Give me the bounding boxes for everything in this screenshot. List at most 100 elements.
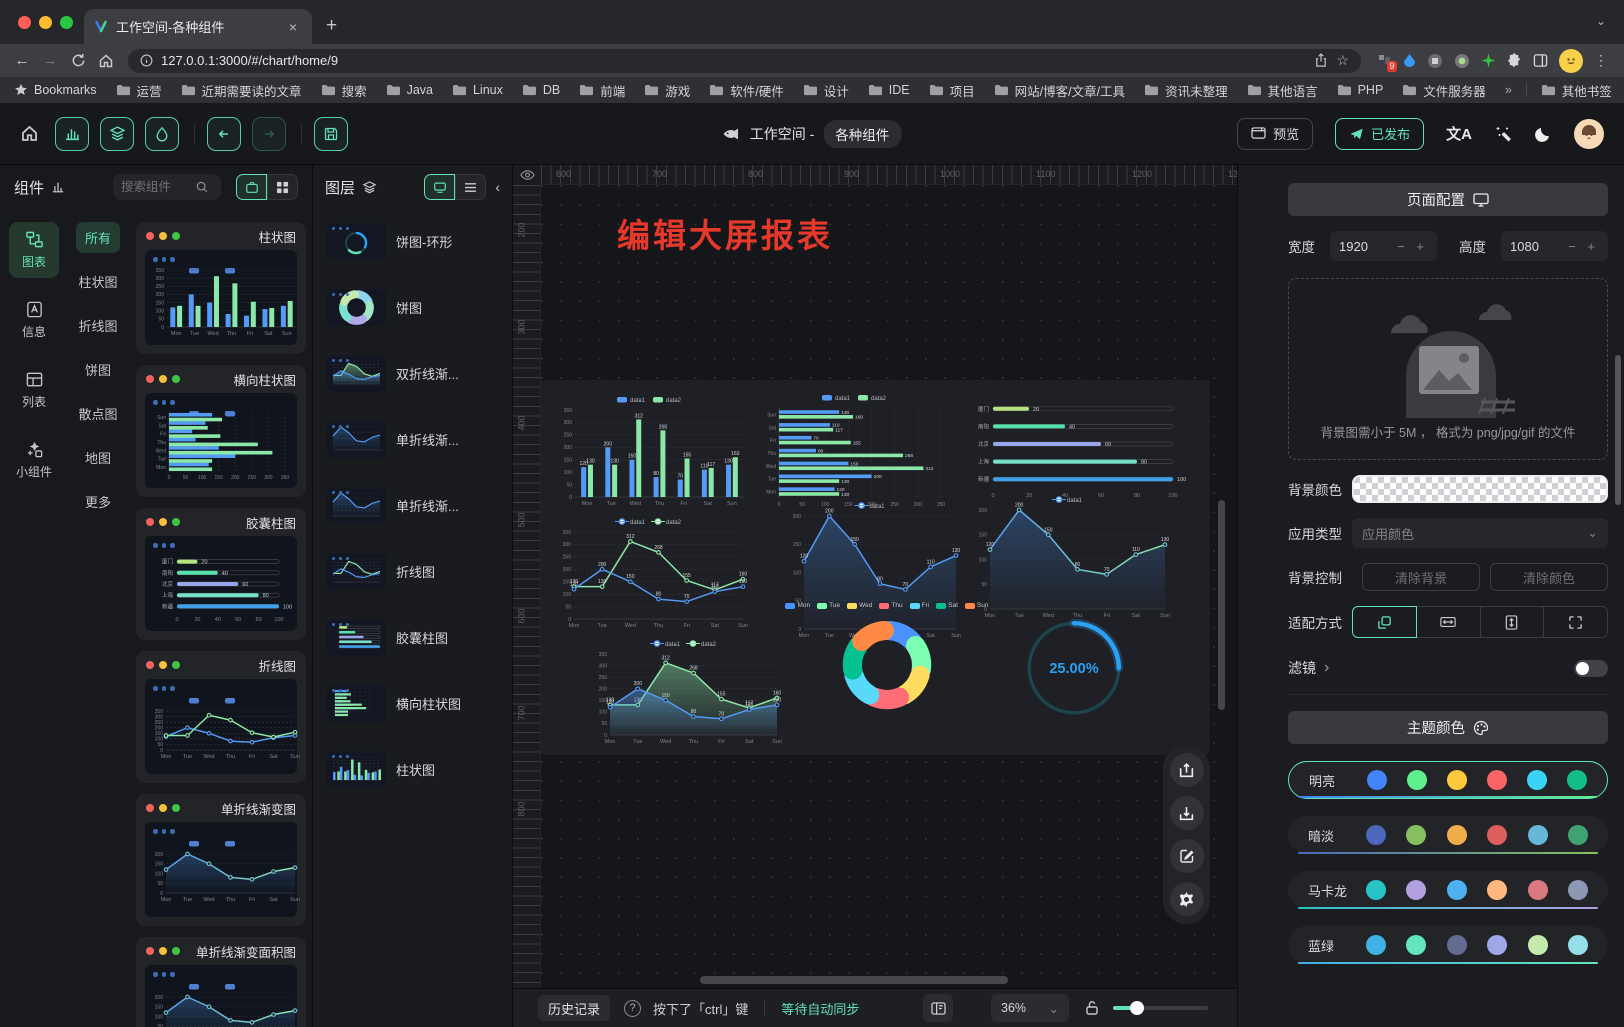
extension-star-icon[interactable] — [1481, 53, 1496, 68]
category-item[interactable]: 更多 — [76, 486, 120, 517]
publish-button[interactable]: 已发布 — [1335, 118, 1424, 150]
theme-row-暗淡[interactable]: 暗淡 — [1288, 816, 1608, 854]
component-search[interactable] — [113, 174, 221, 200]
bookmark-folder[interactable]: 运营 — [116, 81, 162, 100]
side-panel-icon[interactable] — [1533, 53, 1548, 68]
browser-tab[interactable]: 工作空间-各种组件 × — [84, 9, 312, 44]
undo-button[interactable] — [207, 117, 241, 151]
bookmark-folder[interactable]: DB — [522, 81, 560, 100]
tab-search-icon[interactable]: ⌄ — [1596, 14, 1606, 28]
history-button[interactable]: 历史记录 — [538, 995, 610, 1021]
zoom-slider[interactable] — [1113, 994, 1208, 1022]
sidebar-item-widgets[interactable]: 小组件 — [9, 432, 59, 488]
bookmark-folder[interactable]: Linux — [452, 81, 503, 100]
height-input[interactable]: 1080− + — [1501, 231, 1608, 261]
filter-toggle[interactable] — [1574, 660, 1608, 677]
zoom-select[interactable]: 36%⌄ — [991, 994, 1069, 1022]
layer-item[interactable]: 单折线渐... — [321, 481, 508, 530]
component-card[interactable]: 胶囊柱图厦门20南阳40北京60上海80新疆100020406080100 — [136, 508, 306, 640]
redo-button[interactable] — [252, 117, 286, 151]
tab-close-icon[interactable]: × — [284, 18, 302, 36]
theme-row-蓝绿[interactable]: 蓝绿 — [1288, 926, 1608, 964]
theme-color-header[interactable]: 主题颜色 — [1288, 711, 1608, 744]
bookmark-folder[interactable]: 其他语言 — [1247, 81, 1318, 100]
component-card[interactable]: 折线图050100150200250300350MonTueWedThuFriS… — [136, 651, 306, 783]
width-input[interactable]: 1920− + — [1330, 231, 1437, 261]
edit-button[interactable] — [1170, 839, 1204, 873]
dashboard-group[interactable]: 050100150200250300350MonTueWedThuFriSatS… — [541, 380, 1210, 755]
sidebar-item-list[interactable]: 列表 — [9, 362, 59, 418]
bookmark-folder[interactable]: 近期需要读的文章 — [181, 81, 302, 100]
bookmark-folder[interactable]: 前端 — [579, 81, 625, 100]
save-button[interactable] — [314, 117, 348, 151]
grid-view-toggle[interactable] — [267, 174, 298, 200]
bookmark-folder[interactable]: 网站/博客/文章/工具 — [994, 81, 1125, 100]
layer-item[interactable]: 折线图 — [321, 547, 508, 596]
extension-circle2-icon[interactable] — [1454, 53, 1470, 69]
bookmark-folder[interactable]: IDE — [868, 81, 910, 100]
user-avatar[interactable] — [1574, 119, 1604, 149]
layer-item[interactable]: 胶囊柱图 — [321, 613, 508, 662]
widget-progress-ring[interactable]: 25.00% — [1011, 612, 1136, 742]
widget-dual-line-chart[interactable]: 050100150200250300350MonTueWedThuFriSatS… — [557, 514, 749, 632]
config-scrollbar[interactable] — [1615, 355, 1621, 505]
category-item[interactable]: 散点图 — [69, 398, 126, 429]
component-card[interactable]: 单折线渐变图050100150200MonTueWedThuFriSatSun — [136, 794, 306, 926]
fit-width-button[interactable] — [1417, 606, 1481, 638]
extension-pin-icon[interactable]: 9 — [1377, 53, 1392, 68]
bookmark-folder[interactable]: 资讯未整理 — [1144, 81, 1228, 100]
category-item[interactable]: 折线图 — [69, 310, 126, 341]
extension-drop-icon[interactable] — [1403, 53, 1416, 68]
widget-donut-chart[interactable]: MonTueWedThuFriSatSun — [727, 602, 1047, 752]
widget-capsule-chart[interactable]: 厦门20南阳40北京60上海80新疆100020406080100 — [965, 394, 1195, 502]
extensions-puzzle-icon[interactable] — [1507, 53, 1522, 68]
layer-item[interactable]: 饼图 — [321, 283, 508, 332]
settings-gear-button[interactable] — [1170, 882, 1204, 916]
category-item[interactable]: 柱状图 — [69, 266, 126, 297]
filter-expand-icon[interactable]: › — [1324, 659, 1329, 677]
clear-color-button[interactable]: 清除颜色 — [1490, 563, 1608, 591]
bookmark-folder[interactable]: 软件/硬件 — [709, 81, 783, 100]
forward-icon[interactable]: → — [36, 47, 64, 75]
bookmarks-star[interactable]: Bookmarks — [14, 83, 97, 97]
share-icon[interactable] — [1314, 53, 1328, 68]
ruler-toggle-eye-icon[interactable] — [513, 165, 541, 185]
panel-layout-button[interactable] — [923, 994, 953, 1022]
reload-icon[interactable] — [64, 47, 92, 75]
widget-bar-chart[interactable]: 050100150200250300350MonTueWedThuFriSatS… — [557, 392, 749, 510]
zoom-window-button[interactable] — [60, 16, 73, 29]
single-view-toggle[interactable] — [236, 174, 267, 200]
help-icon[interactable]: ? — [624, 1000, 641, 1017]
dark-mode-icon[interactable] — [1534, 125, 1552, 143]
layer-item[interactable]: 单折线渐... — [321, 415, 508, 464]
editor-canvas[interactable]: 6007008009001000110012001300 20030040050… — [513, 165, 1237, 1027]
thumbnail-view-toggle[interactable] — [424, 174, 455, 200]
layer-item[interactable]: 横向柱状图 — [321, 679, 508, 728]
component-card[interactable]: 柱状图050100150200250300350MonTueWedThuFriS… — [136, 222, 306, 354]
download-button[interactable] — [1170, 796, 1204, 830]
bookmark-folder[interactable]: 游戏 — [644, 81, 690, 100]
charts-panel-button[interactable] — [55, 117, 89, 151]
bookmark-folder[interactable]: 项目 — [929, 81, 975, 100]
horizontal-scrollbar[interactable] — [700, 976, 1008, 984]
category-item[interactable]: 地图 — [76, 442, 120, 473]
component-card[interactable]: 单折线渐变面积图050100150200MonTueWedThuFriSatSu… — [136, 937, 306, 1027]
component-card[interactable]: 横向柱状图050100150200250300350MonTueWedThuFr… — [136, 365, 306, 497]
layers-panel-button[interactable] — [100, 117, 134, 151]
collapse-panel-icon[interactable]: ‹ — [495, 179, 500, 195]
fit-height-button[interactable] — [1481, 606, 1545, 638]
fit-scale-button[interactable] — [1352, 606, 1417, 638]
category-item[interactable]: 饼图 — [76, 354, 120, 385]
bookmark-folder[interactable]: 文件服务器 — [1402, 81, 1486, 100]
details-panel-button[interactable] — [145, 117, 179, 151]
app-type-select[interactable]: 应用颜色⌄ — [1352, 518, 1608, 548]
bookmarks-overflow[interactable]: » — [1505, 83, 1512, 97]
theme-row-明亮[interactable]: 明亮 — [1288, 761, 1608, 799]
list-view-toggle[interactable] — [455, 174, 486, 200]
site-info-icon[interactable] — [140, 54, 153, 67]
sidebar-item-charts[interactable]: 图表 — [9, 222, 59, 278]
other-bookmarks[interactable]: 其他书签 — [1541, 81, 1612, 100]
bookmark-folder[interactable]: 设计 — [803, 81, 849, 100]
extension-circle-icon[interactable] — [1427, 53, 1443, 69]
theme-row-马卡龙[interactable]: 马卡龙 — [1288, 871, 1608, 909]
